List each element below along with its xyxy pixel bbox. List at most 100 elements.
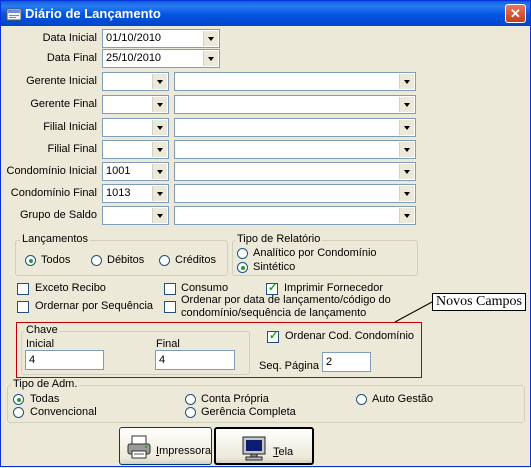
radio-creditos[interactable]	[159, 255, 170, 266]
ordenar-data-checkbox[interactable]	[164, 301, 176, 313]
gerente-inicial-label: Gerente Inicial	[26, 75, 97, 87]
gerente-final-desc[interactable]	[174, 95, 416, 114]
gerente-final-label: Gerente Final	[30, 98, 97, 110]
printer-icon	[127, 435, 151, 459]
radio-todos-label[interactable]: Todos	[41, 254, 70, 266]
chave-final-value: 4	[159, 354, 166, 366]
radio-sintetico[interactable]	[237, 262, 248, 273]
ordenar-data-label-line2[interactable]: condomínio/sequência de lançamento	[181, 307, 366, 319]
chevron-down-icon[interactable]	[399, 186, 414, 201]
data-inicial-field[interactable]: 01/10/2010	[102, 29, 220, 48]
filial-final-label: Filial Final	[47, 143, 97, 155]
tipo-relatorio-title: Tipo de Relatório	[235, 233, 323, 245]
condominio-final-label: Condomínio Final	[10, 187, 97, 199]
grupo-saldo-code[interactable]	[102, 206, 169, 225]
condominio-inicial-desc[interactable]	[174, 162, 416, 181]
data-inicial-label: Data Inicial	[42, 32, 97, 44]
seq-pagina-label: Seq. Página	[259, 360, 319, 372]
radio-sintetico-label[interactable]: Sintético	[253, 261, 295, 273]
chevron-down-icon[interactable]	[399, 164, 414, 179]
condominio-final-desc[interactable]	[174, 184, 416, 203]
data-final-label: Data Final	[46, 52, 97, 64]
impressora-label: mpressora	[159, 445, 212, 457]
radio-debitos[interactable]	[91, 255, 102, 266]
radio-analitico-label[interactable]: Analítico por Condomínio	[253, 247, 377, 259]
radio-gerencia-completa[interactable]	[185, 407, 196, 418]
consumo-label[interactable]: Consumo	[181, 282, 228, 294]
filial-inicial-desc[interactable]	[174, 118, 416, 137]
radio-todas[interactable]	[13, 394, 24, 405]
grupo-saldo-desc[interactable]	[174, 206, 416, 225]
chevron-down-icon[interactable]	[399, 74, 414, 89]
exceto-recibo-label[interactable]: Exceto Recibo	[35, 282, 106, 294]
chevron-down-icon[interactable]	[399, 97, 414, 112]
radio-conta-propria[interactable]	[185, 394, 196, 405]
imprimir-fornecedor-label[interactable]: Imprimir Fornecedor	[284, 282, 383, 294]
filial-final-desc[interactable]	[174, 140, 416, 159]
radio-convencional[interactable]	[13, 407, 24, 418]
title-bar[interactable]: Diário de Lançamento ✕	[1, 1, 530, 26]
filial-inicial-label: Filial Inicial	[43, 121, 97, 133]
radio-analitico[interactable]	[237, 248, 248, 259]
chevron-down-icon[interactable]	[152, 142, 167, 157]
seq-pagina-input[interactable]: 2	[322, 352, 371, 372]
chevron-down-icon[interactable]	[203, 51, 218, 66]
chevron-down-icon[interactable]	[152, 186, 167, 201]
monitor-icon	[242, 436, 266, 461]
seq-pagina-value: 2	[326, 356, 333, 368]
chevron-down-icon[interactable]	[152, 164, 167, 179]
impressora-button[interactable]: Impressora	[119, 427, 212, 465]
novos-campos-callout: Novos Campos	[432, 293, 526, 311]
ordenar-cod-condominio-checkbox[interactable]	[267, 329, 279, 343]
radio-todos[interactable]	[25, 255, 36, 266]
chevron-down-icon[interactable]	[399, 208, 414, 223]
filial-inicial-code[interactable]	[102, 118, 169, 137]
ordenar-sequencia-checkbox[interactable]	[17, 301, 29, 313]
gerente-final-code[interactable]	[102, 95, 169, 114]
chevron-down-icon[interactable]	[152, 208, 167, 223]
gerente-inicial-code[interactable]	[102, 72, 169, 91]
tela-button[interactable]: Tela	[214, 427, 314, 465]
exceto-recibo-checkbox[interactable]	[17, 283, 29, 295]
tela-label: ela	[278, 446, 294, 458]
ordenar-data-label-line1[interactable]: Ordenar por data de lançamento/código do	[181, 294, 391, 306]
radio-gerencia-completa-label[interactable]: Gerência Completa	[201, 406, 296, 418]
chevron-down-icon[interactable]	[399, 142, 414, 157]
radio-convencional-label[interactable]: Convencional	[30, 406, 97, 418]
chave-final-input[interactable]: 4	[155, 350, 235, 370]
app-icon	[6, 8, 22, 21]
radio-conta-propria-label[interactable]: Conta Própria	[201, 393, 269, 405]
window-title: Diário de Lançamento	[25, 6, 161, 21]
radio-creditos-label[interactable]: Créditos	[175, 254, 216, 266]
diario-lancamento-window: Diário de Lançamento ✕ Data Inicial 01/1…	[0, 0, 531, 467]
condominio-final-code[interactable]: 1013	[102, 184, 169, 203]
chave-inicial-input[interactable]: 4	[25, 350, 104, 370]
grupo-saldo-label: Grupo de Saldo	[19, 209, 97, 221]
consumo-checkbox[interactable]	[164, 283, 176, 295]
chave-title: Chave	[24, 324, 60, 336]
data-final-value: 25/10/2010	[106, 52, 162, 64]
close-button[interactable]: ✕	[505, 4, 526, 23]
chave-inicial-value: 4	[29, 354, 36, 366]
radio-todas-label[interactable]: Todas	[30, 393, 59, 405]
data-inicial-value: 01/10/2010	[106, 32, 162, 44]
tipo-adm-title: Tipo de Adm.	[11, 378, 80, 390]
radio-auto-gestao-label[interactable]: Auto Gestão	[372, 393, 433, 405]
chave-inicial-label: Inicial	[26, 338, 55, 350]
chevron-down-icon[interactable]	[203, 31, 218, 46]
filial-final-code[interactable]	[102, 140, 169, 159]
chevron-down-icon[interactable]	[152, 120, 167, 135]
condominio-inicial-label: Condomínio Inicial	[6, 165, 98, 177]
lancamentos-title: Lançamentos	[20, 233, 91, 245]
chevron-down-icon[interactable]	[152, 97, 167, 112]
chave-final-label: Final	[156, 338, 180, 350]
radio-debitos-label[interactable]: Débitos	[107, 254, 144, 266]
chevron-down-icon[interactable]	[399, 120, 414, 135]
data-final-field[interactable]: 25/10/2010	[102, 49, 220, 68]
ordenar-sequencia-label[interactable]: Ordernar por Sequência	[35, 300, 153, 312]
condominio-inicial-code[interactable]: 1001	[102, 162, 169, 181]
ordenar-cod-condominio-label[interactable]: Ordenar Cod. Condomínio	[285, 330, 414, 342]
gerente-inicial-desc[interactable]	[174, 72, 416, 91]
radio-auto-gestao[interactable]	[356, 394, 367, 405]
chevron-down-icon[interactable]	[152, 74, 167, 89]
